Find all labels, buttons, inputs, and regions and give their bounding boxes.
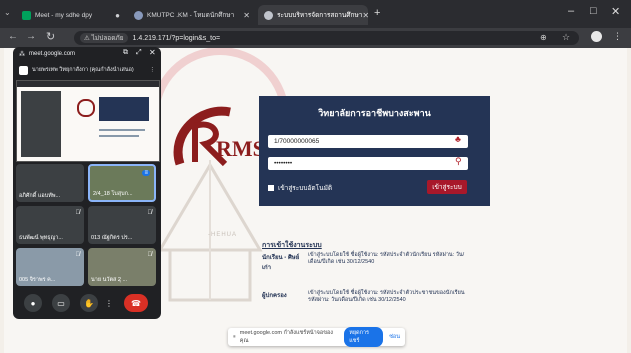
shared-screen-thumbnail [16, 80, 160, 162]
participant-name: 005 จิราพร ค... [19, 277, 56, 283]
pip-close-icon[interactable]: ✕ [149, 48, 156, 57]
mic-icon: ● [30, 298, 36, 308]
howto-row-text: เข้าสู่ระบบโดยใช้ ชื่อผู้ใช้งาน: รหัสประ… [308, 290, 465, 303]
participant-tile[interactable]: 🎙̸ ธนพัฒน์ พุทธุญา... [16, 206, 84, 244]
forward-icon[interactable]: → [26, 31, 36, 42]
microphone-button[interactable]: ● [24, 294, 42, 312]
url-text: 1.4.219.171/?p=login&s_to= [132, 34, 221, 42]
remember-label: เข้าสู่ระบบอัตโนมัติ [278, 185, 333, 192]
translate-icon[interactable]: ⊕ [540, 33, 547, 42]
howto-row-label: ผู้ปกครอง [262, 293, 287, 299]
login-title: วิทยาลัยการอาชีพบางสะพาน [318, 108, 431, 118]
participant-tile[interactable]: 🎙̸ นาย นวัตส 2ุ ... [88, 248, 156, 286]
password-field[interactable]: •••••••• [268, 157, 468, 170]
howto-row-text: เข้าสู่ระบบโดยใช้ ชื่อผู้ใช้งาน: รหัสประ… [308, 252, 465, 265]
login-button[interactable]: เข้าสู่ระบบ [427, 180, 467, 194]
meet-favicon-icon [22, 10, 31, 20]
tab-label: ระบบบริหารจัดการสถานศึกษา [277, 12, 363, 19]
more-vert-icon: ⋮ [105, 298, 113, 308]
presenting-text: นายพรเทพ วิทยุกาสังกา (คุณกำลังนำเสนอ) [32, 67, 134, 73]
reload-icon[interactable]: ↻ [46, 30, 55, 43]
hangup-icon: ☎ [131, 298, 141, 308]
howto-row-label: นักเรียน - ศิษย์เก่า [262, 255, 300, 271]
participant-name: นาย นวัตส 2ุ ... [91, 277, 128, 283]
globe-icon [134, 10, 143, 20]
mic-off-icon: 🎙̸ [75, 252, 81, 258]
tab-meet[interactable]: Meet - my sdhe dpy ● [16, 5, 126, 25]
close-icon[interactable]: ● [115, 11, 120, 20]
speaking-icon: ≡ [142, 170, 150, 176]
more-options-icon[interactable]: ⋮ [150, 67, 156, 73]
hand-icon: ✋ [84, 298, 94, 308]
key-icon: ⚲ [455, 156, 462, 166]
minimize-button[interactable]: – [568, 5, 574, 17]
participant-name: 013 ณัฐกิตร ปร... [91, 235, 133, 241]
participant-tile[interactable]: 🎙̸ 013 ณัฐกิตร ปร... [88, 206, 156, 244]
presenting-banner: นายพรเทพ วิทยุกาสังกา (คุณกำลังนำเสนอ) ⋮ [13, 62, 161, 78]
howto-title: การเข้าใช้งานระบบ [262, 242, 322, 249]
logo-subtext: -HEHUA [208, 232, 238, 238]
tab-search-icon[interactable]: ⌄ [4, 8, 11, 17]
bookmark-star-icon[interactable]: ☆ [562, 32, 570, 43]
logo-text: RMS [216, 136, 265, 161]
new-tab-button[interactable]: + [374, 7, 380, 19]
participant-name: อภิศักดิ์ แอบทัพ... [19, 193, 61, 199]
screen-share-bar: ⏸ meet.google.com กำลังแชร์หน้าจอของคุณ … [228, 327, 405, 347]
menu-icon[interactable]: ⋮ [613, 31, 622, 42]
share-status-text: meet.google.com กำลังแชร์หน้าจอของคุณ [239, 330, 333, 344]
stop-sharing-button[interactable]: หยุดการแชร์ [344, 327, 384, 347]
mic-off-icon: 🎙̸ [75, 210, 81, 216]
present-icon [19, 65, 28, 75]
close-window-button[interactable]: ✕ [611, 5, 620, 18]
camera-icon: ▭ [57, 298, 65, 308]
participant-tile[interactable]: อภิศักดิ์ แอบทัพ... [16, 164, 84, 202]
maximize-button[interactable]: □ [590, 5, 597, 17]
participant-tile[interactable]: 🎙̸ 005 จิราพร ค... [16, 248, 84, 286]
leave-call-button[interactable]: ☎ [124, 294, 148, 312]
close-icon[interactable]: ✕ [243, 11, 250, 20]
tab-label: KMUTPC .KM - โหมดนักศึกษา [147, 12, 235, 19]
not-secure-badge[interactable]: ⚠ ไม่ปลอดภัย [80, 33, 128, 43]
mic-off-icon: 🎙̸ [147, 252, 153, 258]
participant-name: 2/4_18 โบสุบก... [93, 191, 133, 197]
remember-me[interactable]: เข้าสู่ระบบอัตโนมัติ [268, 183, 332, 193]
pip-expand-icon[interactable]: ⤢ [136, 49, 142, 57]
participant-name: ธนพัฒน์ พุทธุญา... [19, 235, 63, 241]
username-field[interactable]: 1/70000000065 [268, 135, 468, 148]
meet-app-icon: ⁂ [19, 51, 25, 58]
pip-exit-icon[interactable]: ⧉ [123, 49, 128, 57]
pause-icon: ⏸ [233, 333, 236, 340]
raise-hand-button[interactable]: ✋ [80, 294, 98, 312]
back-icon[interactable]: ← [8, 31, 18, 42]
address-bar[interactable]: ⚠ ไม่ปลอดภัย 1.4.219.171/?p=login&s_to= [74, 31, 579, 45]
globe-icon [264, 10, 273, 20]
tab-kmutpc[interactable]: KMUTPC .KM - โหมดนักศึกษา ✕ [128, 5, 256, 25]
meet-domain: meet.google.com [29, 51, 76, 57]
camera-button[interactable]: ▭ [52, 294, 70, 312]
profile-avatar-icon[interactable] [591, 31, 602, 42]
more-button[interactable]: ⋮ [104, 294, 114, 312]
close-icon[interactable]: ✕ [362, 11, 368, 20]
tab-rms[interactable]: ระบบบริหารจัดการสถานศึกษา ✕ [258, 5, 368, 25]
remember-checkbox[interactable] [268, 185, 274, 191]
mic-off-icon: 🎙̸ [147, 210, 153, 216]
hide-button[interactable]: ซ่อน [389, 333, 400, 341]
user-icon: ♣ [455, 134, 461, 144]
not-secure-label: ไม่ปลอดภัย [91, 35, 124, 42]
tab-label: Meet - my sdhe dpy [35, 11, 93, 19]
participant-tile[interactable]: ≡ 2/4_18 โบสุบก... [88, 164, 156, 202]
